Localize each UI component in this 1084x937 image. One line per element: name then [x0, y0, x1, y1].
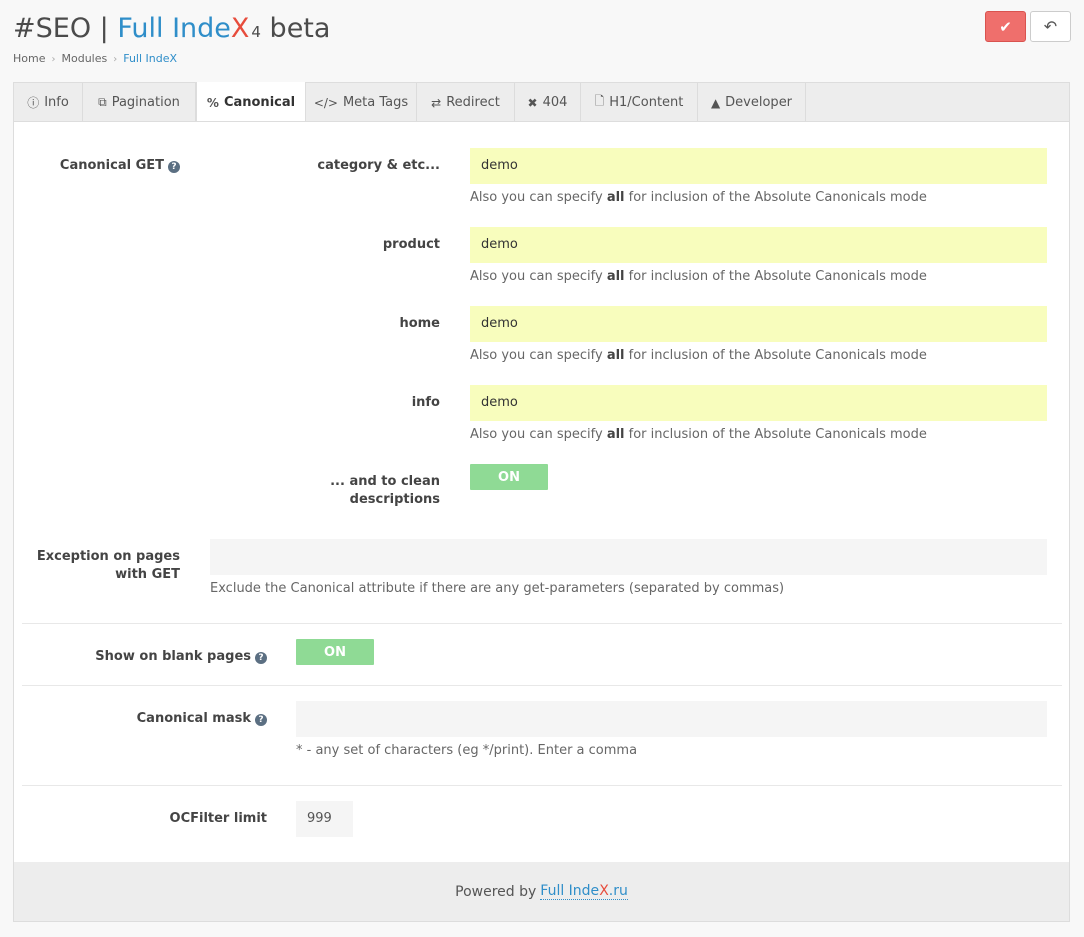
tab-bar: ⓘ Info ⧉ Pagination % Canonical </> Meta Tag…	[13, 82, 1070, 123]
tab-h1-content[interactable]: 🗋 H1/Content	[581, 83, 698, 122]
product-input[interactable]: demo	[470, 227, 1047, 263]
breadcrumb-modules[interactable]: Modules	[61, 52, 107, 65]
ocfilter-limit-label: OCFilter limit	[169, 811, 267, 826]
canonical-get-label: Canonical GET?	[40, 157, 180, 175]
tab-pagination[interactable]: ⧉ Pagination	[83, 83, 196, 122]
divider	[22, 623, 1062, 624]
copy-icon: ⧉	[98, 95, 107, 109]
info-hint: Also you can specify all for inclusion o…	[470, 427, 927, 442]
tab-canonical[interactable]: % Canonical	[196, 82, 306, 123]
ocfilter-limit-input[interactable]: 999	[296, 801, 353, 837]
link-icon: %	[206, 95, 219, 110]
info-circle-icon: ⓘ	[27, 96, 40, 110]
blank-pages-toggle[interactable]: ON	[296, 639, 374, 665]
home-label: home	[399, 316, 440, 331]
check-icon: ✔	[999, 17, 1012, 36]
clean-descriptions-toggle[interactable]: ON	[470, 464, 548, 490]
file-icon: 🗋	[594, 94, 605, 108]
tab-redirect[interactable]: ⇄ Redirect	[417, 83, 515, 122]
info-input[interactable]: demo	[470, 385, 1047, 421]
exception-input[interactable]	[210, 539, 1047, 575]
exception-label: Exception on pages with GET	[36, 549, 180, 582]
title-brand: Full IndeX	[117, 13, 250, 44]
clean-descriptions-label: ... and to clean descriptions	[330, 474, 440, 507]
chevron-right-icon: ›	[51, 54, 56, 65]
help-icon[interactable]: ?	[255, 652, 267, 664]
times-icon: ✖	[527, 95, 538, 110]
footer: Powered by Full IndeX.ru	[13, 862, 1070, 922]
home-input[interactable]: demo	[470, 306, 1047, 342]
category-hint: Also you can specify all for inclusion o…	[470, 190, 927, 205]
info-label: info	[411, 395, 440, 410]
exception-hint: Exclude the Canonical attribute if there…	[210, 581, 785, 596]
canonical-mask-hint: * - any set of characters (eg */print). …	[296, 743, 638, 758]
blank-pages-label: Show on blank pages?	[40, 648, 267, 666]
breadcrumb: Home › Modules › Full IndeX	[13, 52, 177, 65]
exchange-icon: ⇄	[431, 95, 442, 110]
product-hint: Also you can specify all for inclusion o…	[470, 269, 927, 284]
breadcrumb-full-index[interactable]: Full IndeX	[123, 52, 177, 65]
page-title: #SEO | Full IndeX 4 beta	[13, 13, 331, 44]
category-label: category & etc...	[317, 158, 440, 173]
warning-icon: ▲	[710, 95, 721, 110]
tab-developer[interactable]: ▲ Developer	[698, 83, 806, 122]
divider	[22, 685, 1062, 686]
breadcrumb-home[interactable]: Home	[13, 52, 45, 65]
canonical-mask-input[interactable]	[296, 701, 1047, 737]
chevron-right-icon: ›	[113, 54, 118, 65]
tab-info[interactable]: ⓘ Info	[14, 83, 83, 122]
tab-404[interactable]: ✖ 404	[515, 83, 581, 122]
footer-link[interactable]: Full IndeX.ru	[540, 883, 628, 900]
save-button[interactable]: ✔	[985, 11, 1026, 42]
back-button[interactable]: ↶	[1030, 11, 1071, 42]
help-icon[interactable]: ?	[168, 161, 180, 173]
product-label: product	[382, 237, 440, 252]
canonical-mask-label: Canonical mask?	[40, 710, 267, 728]
divider	[22, 785, 1062, 786]
code-icon: </>	[313, 95, 338, 110]
help-icon[interactable]: ?	[255, 714, 267, 726]
category-input[interactable]: demo	[470, 148, 1047, 184]
reply-icon: ↶	[1043, 17, 1058, 36]
home-hint: Also you can specify all for inclusion o…	[470, 348, 927, 363]
tab-meta-tags[interactable]: </> Meta Tags	[306, 83, 417, 122]
